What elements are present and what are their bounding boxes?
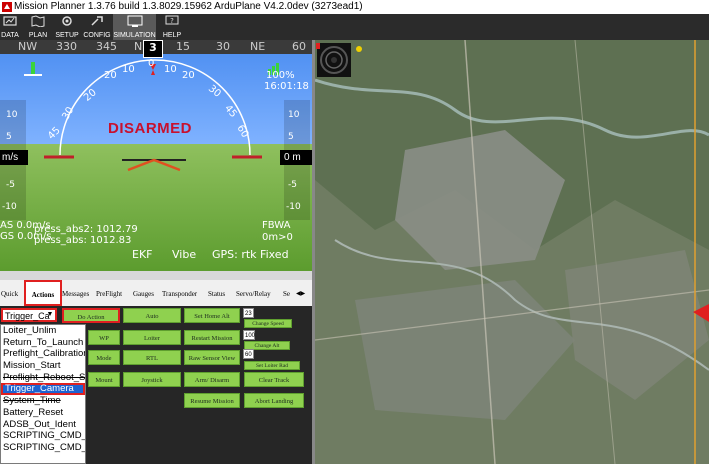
menu-plan[interactable]: PLAN: [26, 14, 50, 40]
press-abs-readout: press_abs: 1012.83: [34, 235, 132, 246]
menu-setup[interactable]: SETUP: [54, 14, 80, 40]
tab-servo-relay[interactable]: Servo/Relay: [236, 284, 282, 304]
abort-landing-button[interactable]: Abort Landing: [244, 393, 304, 408]
loiter-rad-input[interactable]: 60: [243, 349, 254, 359]
setup-icon: [62, 16, 72, 26]
dropdown-item[interactable]: Battery_Reset: [1, 407, 85, 419]
tab-more[interactable]: Se: [283, 284, 295, 304]
dropdown-item[interactable]: Return_To_Launch: [1, 337, 85, 349]
plan-icon: [31, 15, 45, 27]
arm-disarm-button[interactable]: Arm/ Disarm: [184, 372, 240, 387]
battery-readout: 100%: [266, 70, 295, 81]
tape-label: -10: [2, 202, 17, 212]
clock-readout: 16:01:18: [264, 81, 309, 92]
roll-label: 20: [182, 70, 195, 81]
combo-value: Trigger_Ca: [5, 311, 50, 321]
dropdown-item[interactable]: Mission_Start: [1, 360, 85, 372]
menu-data[interactable]: DATA: [0, 14, 20, 40]
flight-hud[interactable]: NW 330 345 N 15 30 NE 60 3 45 30 20 20 1…: [0, 40, 312, 271]
set-loiter-rad-button[interactable]: Set Loiter Rad: [244, 361, 300, 370]
menu-config[interactable]: CONFIG: [82, 14, 112, 40]
tape-label: 5: [288, 132, 294, 142]
hud-divider: [0, 271, 312, 280]
config-icon: [91, 16, 103, 26]
simulation-icon: [127, 15, 142, 27]
action-combo[interactable]: Trigger_Ca ▼: [1, 308, 57, 322]
roll-label: 0: [148, 58, 155, 69]
do-action-button[interactable]: Do Action: [62, 308, 120, 323]
title-bar: Mission Planner 1.3.76 build 1.3.8029.15…: [0, 0, 709, 14]
mission-planner-icon: [2, 2, 12, 12]
restart-mission-button[interactable]: Restart Mission: [184, 330, 240, 345]
speed-readout: m/s: [0, 150, 28, 165]
roll-label: 20: [104, 70, 117, 81]
svg-text:?: ?: [170, 17, 174, 25]
main-menu-bar: DATA PLAN SETUP CONFIG SIMULATION ? HELP: [0, 14, 709, 40]
dropdown-item[interactable]: Loiter_Unlim: [1, 325, 85, 337]
tab-transponder[interactable]: Transponder: [162, 284, 208, 304]
speed-input[interactable]: 23: [243, 308, 254, 318]
tape-label: -10: [286, 202, 301, 212]
wp-button[interactable]: WP: [88, 330, 120, 345]
loiter-button[interactable]: Loiter: [123, 330, 181, 345]
menu-help[interactable]: ? HELP: [160, 14, 184, 40]
map-imagery: [315, 40, 709, 464]
data-tabs: Quick Actions Messages PreFlight Gauges …: [0, 280, 312, 307]
roll-label: 10: [164, 64, 177, 75]
dropdown-item[interactable]: SCRIPTING_CMD_S: [1, 442, 85, 454]
tab-messages[interactable]: Messages: [62, 284, 96, 304]
rtl-button[interactable]: RTL: [123, 350, 181, 365]
tab-quick[interactable]: Quick: [0, 284, 23, 304]
data-icon: [3, 16, 17, 26]
tape-label: 5: [6, 132, 12, 142]
tab-gauges[interactable]: Gauges: [133, 284, 161, 304]
tape-label: 10: [288, 110, 300, 120]
dropdown-item[interactable]: SCRIPTING_CMD_S: [1, 430, 85, 442]
tape-label: -5: [6, 180, 15, 190]
tab-scroll-arrow-icon[interactable]: ◀▶: [296, 290, 305, 297]
chevron-down-icon[interactable]: ▼: [45, 310, 55, 320]
window-title: Mission Planner 1.3.76 build 1.3.8029.15…: [14, 1, 363, 12]
set-home-alt-button[interactable]: Set Home Alt: [184, 308, 240, 323]
auto-button[interactable]: Auto: [123, 308, 181, 323]
action-dropdown-list[interactable]: Loiter_Unlim Return_To_Launch Preflight_…: [0, 324, 86, 464]
clear-track-button[interactable]: Clear Track: [244, 372, 304, 387]
mode-button[interactable]: Mode: [88, 350, 120, 365]
flight-mode-readout: FBWA: [262, 220, 291, 231]
help-icon: ?: [165, 15, 179, 25]
roll-label: 10: [122, 64, 135, 75]
dropdown-item[interactable]: System_Time: [1, 395, 85, 407]
dropdown-item[interactable]: Preflight_Reboot_Sh: [1, 372, 85, 384]
tab-preflight[interactable]: PreFlight: [96, 284, 132, 304]
map-indicator-icon: [356, 46, 362, 52]
tape-label: -5: [288, 180, 297, 190]
vibe-status[interactable]: Vibe: [172, 248, 196, 261]
raw-sensor-view-button[interactable]: Raw Sensor View: [184, 350, 240, 365]
menu-simulation[interactable]: SIMULATION: [113, 14, 156, 40]
altitude-readout: 0 m: [280, 150, 312, 165]
satellite-map[interactable]: [315, 40, 709, 464]
change-speed-button[interactable]: Change Speed: [244, 319, 292, 328]
map-marker-icon: [316, 43, 320, 49]
joystick-button[interactable]: Joystick: [123, 372, 181, 387]
alt-input[interactable]: 100: [243, 330, 255, 340]
tape-label: 10: [6, 110, 18, 120]
gps-status[interactable]: GPS: rtk Fixed: [212, 248, 289, 261]
tab-status[interactable]: Status: [208, 284, 236, 304]
dropdown-item-selected[interactable]: Trigger_Camera: [1, 383, 85, 396]
resume-mission-button[interactable]: Resume Mission: [184, 393, 240, 408]
mount-button[interactable]: Mount: [88, 372, 120, 387]
arm-status: DISARMED: [108, 120, 193, 137]
ekf-status[interactable]: EKF: [132, 248, 153, 261]
dropdown-item[interactable]: ADSB_Out_Ident: [1, 419, 85, 431]
press-abs2-readout: press_abs2: 1012.79: [34, 224, 138, 235]
altitude-line-readout: 0m>0: [262, 232, 293, 243]
tab-actions[interactable]: Actions: [24, 280, 62, 306]
dropdown-item[interactable]: Preflight_Calibration: [1, 348, 85, 360]
